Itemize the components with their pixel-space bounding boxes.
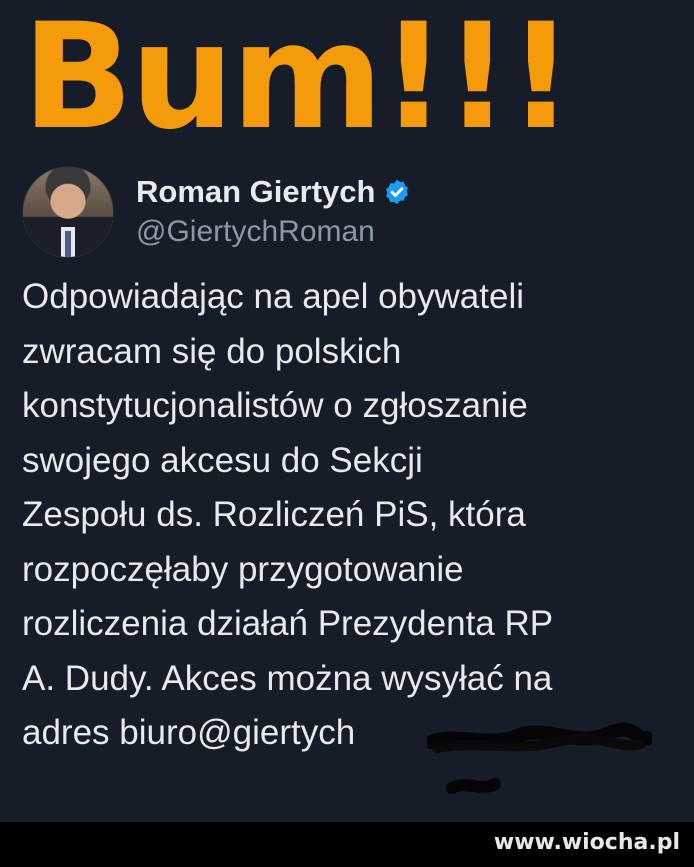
avatar-tie xyxy=(65,231,71,257)
tweet-line: Odpowiadając na apel obywateli xyxy=(22,277,524,316)
tweet-line: rozliczenia działań Prezydenta RP xyxy=(22,604,554,643)
author-display-name[interactable]: Roman Giertych xyxy=(136,173,375,211)
name-row: Roman Giertych xyxy=(136,173,411,211)
footer-bar: www.wiocha.pl xyxy=(0,822,694,867)
banner-title: Bum!!! xyxy=(22,0,574,162)
tweet-line: A. Dudy. Akces można wysyłać na xyxy=(22,658,553,698)
redaction-scribble xyxy=(427,722,652,794)
author-info: Roman Giertych @GiertychRoman xyxy=(136,173,411,251)
author-handle[interactable]: @GiertychRoman xyxy=(136,213,411,251)
person-photo-avatar[interactable] xyxy=(22,166,114,258)
watermark: www.wiocha.pl xyxy=(493,830,680,855)
tweet-line: Zespołu ds. Rozliczeń PiS, która xyxy=(22,495,526,534)
tweet-header: Roman Giertych @GiertychRoman xyxy=(22,166,411,258)
tweet-line: swojego akcesu do Sekcji xyxy=(22,440,423,480)
verified-badge-icon xyxy=(386,179,409,205)
tweet-line: zwracam się do polskich xyxy=(22,331,402,371)
tweet-line: konstytucjonalistów o zgłoszanie xyxy=(22,386,528,425)
tweet-line: rozpoczęłaby przygotowanie xyxy=(22,549,464,589)
tweet-text: Odpowiadając na apel obywateli zwracam s… xyxy=(22,270,682,761)
